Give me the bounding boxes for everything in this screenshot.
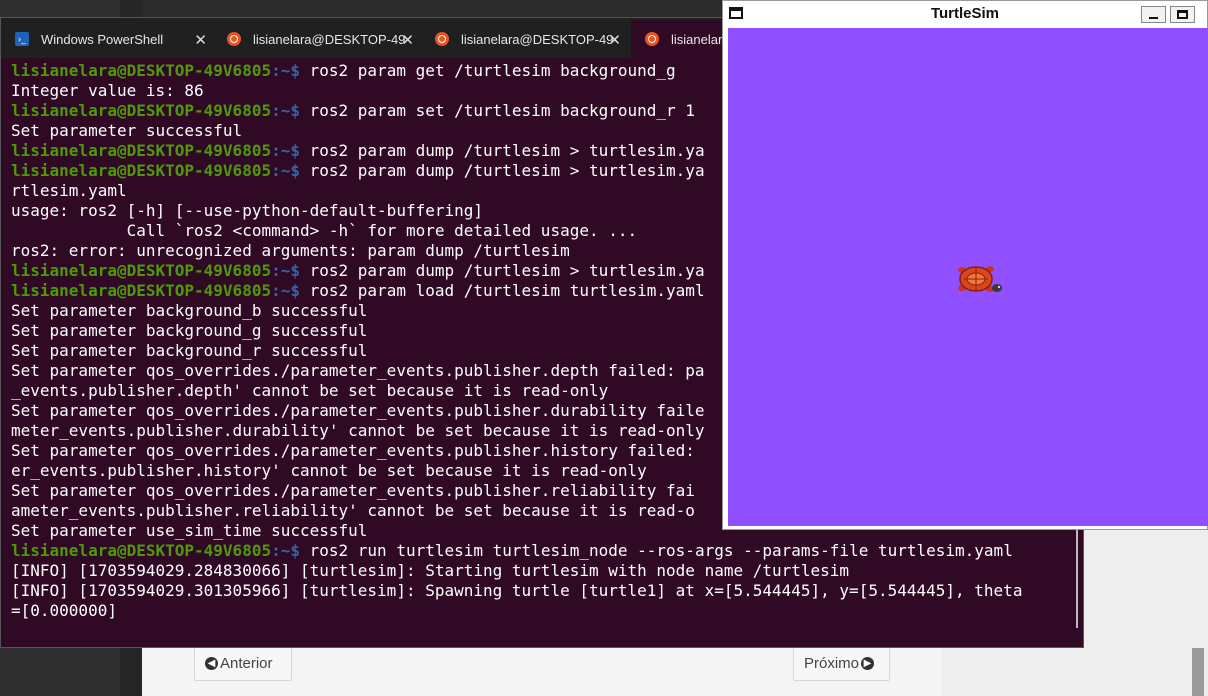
next-button[interactable]: Próximo ▶ [793,645,890,681]
ubuntu-icon [435,32,449,46]
line-text: usage: ros2 [-h] [--use-python-default-b… [11,201,484,220]
prompt-path: :~$ [271,281,310,300]
tab-label: Windows PowerShell [41,31,164,47]
line-text: ros2 run turtlesim turtlesim_node --ros-… [309,541,1013,560]
line-text: ros2: error: unrecognized arguments: par… [11,241,570,260]
line-text: Set parameter background_r successful [11,341,368,360]
tab-ubuntu-1[interactable]: lisianelara@DESKTOP-49 ✕ [213,20,422,58]
close-icon[interactable]: ✕ [608,31,621,49]
line-text: =[0.000000] [11,601,117,620]
powershell-icon: ›_ [15,32,29,46]
next-label: Próximo [804,654,860,672]
line-text: Set parameter qos_overrides./parameter_e… [11,481,695,500]
prompt-user: lisianelara@DESKTOP-49V6805 [11,261,272,280]
line-text: [INFO] [1703594029.301305966] [turtlesim… [11,581,1023,600]
turtlesim-window: TurtleSim [722,0,1208,530]
line-text: Set parameter successful [11,121,243,140]
line-text: Integer value is: 86 [11,81,204,100]
turtlesim-title: TurtleSim [930,5,1000,22]
line-text: ros2 param set /turtlesim background_r 1 [309,101,695,120]
line-text: _events.publisher.depth' cannot be set b… [11,381,609,400]
prompt-path: :~$ [271,261,310,280]
tab-powershell[interactable]: ›_ Windows PowerShell ✕ [1,20,215,58]
line-text: ameter_events.publisher.reliability' can… [11,501,695,520]
line-text: ros2 param get /turtlesim background_g [309,61,676,80]
line-text: ros2 param load /turtlesim turtlesim.yam… [309,281,705,300]
line-text: Call `ros2 <command> -h` for more detail… [11,221,638,240]
line-text: ros2 param dump /turtlesim > turtlesim.y… [309,141,705,160]
previous-button[interactable]: ◀ Anterior [194,645,292,681]
ubuntu-icon [227,32,241,46]
minimize-button[interactable] [1141,6,1166,23]
terminal-output-line: [INFO] [1703594029.284830066] [turtlesim… [11,561,1083,581]
turtle-icon [958,266,1002,292]
line-text: rtlesim.yaml [11,181,127,200]
prompt-user: lisianelara@DESKTOP-49V6805 [11,161,272,180]
line-text: [INFO] [1703594029.284830066] [turtlesim… [11,561,850,580]
prompt-path: :~$ [271,161,310,180]
turtlesim-canvas [728,28,1208,526]
close-icon[interactable]: ✕ [194,31,207,49]
prompt-user: lisianelara@DESKTOP-49V6805 [11,541,272,560]
prompt-path: :~$ [271,101,310,120]
ubuntu-icon [645,32,659,46]
line-text: Set parameter use_sim_time successful [11,521,368,540]
prompt-path: :~$ [271,61,310,80]
line-text: Set parameter background_g successful [11,321,368,340]
previous-arrow-icon: ◀ [205,656,218,670]
tab-label: lisianelara [671,31,730,47]
prompt-path: :~$ [271,541,310,560]
tab-label: lisianelara@DESKTOP-49 [253,31,406,47]
prompt-user: lisianelara@DESKTOP-49V6805 [11,61,272,80]
line-text: Set parameter qos_overrides./parameter_e… [11,361,705,380]
terminal-output-line: [INFO] [1703594029.301305966] [turtlesim… [11,581,1083,601]
prompt-path: :~$ [271,141,310,160]
window-icon [729,7,743,19]
line-text: meter_events.publisher.durability' canno… [11,421,705,440]
line-text: Set parameter background_b successful [11,301,368,320]
terminal-output-line: =[0.000000] [11,601,1083,621]
next-arrow-icon: ▶ [861,656,875,670]
turtlesim-titlebar[interactable]: TurtleSim [723,1,1207,27]
line-text: ros2 param dump /turtlesim > turtlesim.y… [309,261,705,280]
prompt-user: lisianelara@DESKTOP-49V6805 [11,141,272,160]
previous-label: Anterior [220,654,273,672]
tab-label: lisianelara@DESKTOP-49 [461,31,614,47]
prompt-user: lisianelara@DESKTOP-49V6805 [11,101,272,120]
line-text: er_events.publisher.history' cannot be s… [11,461,647,480]
tab-ubuntu-3-active[interactable]: lisianelara [631,20,731,58]
page-scrollbar[interactable] [1192,648,1204,696]
prompt-user: lisianelara@DESKTOP-49V6805 [11,281,272,300]
line-text: Set parameter qos_overrides./parameter_e… [11,441,695,460]
maximize-button[interactable] [1170,6,1195,23]
tab-ubuntu-2[interactable]: lisianelara@DESKTOP-49 ✕ [421,20,629,58]
terminal-command-line: lisianelara@DESKTOP-49V6805:~$ ros2 run … [11,541,1083,561]
line-text: Set parameter qos_overrides./parameter_e… [11,401,705,420]
line-text: ros2 param dump /turtlesim > turtlesim.y… [309,161,705,180]
close-icon[interactable]: ✕ [401,31,414,49]
